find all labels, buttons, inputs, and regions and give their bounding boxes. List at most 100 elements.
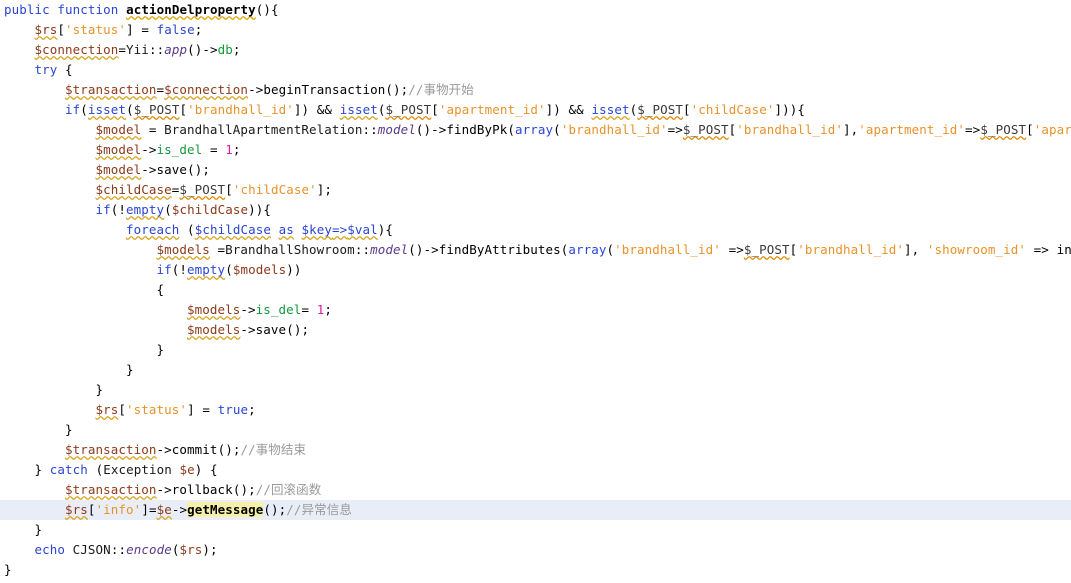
punctuation: ; [248, 402, 256, 417]
punctuation: :: [362, 122, 377, 137]
code-line[interactable]: } [0, 360, 1071, 380]
keyword-function: function [57, 2, 118, 17]
code-line[interactable]: $models->save(); [0, 320, 1071, 340]
punctuation: ])){ [775, 102, 806, 117]
code-line[interactable]: $childCase=$_POST['childCase']; [0, 180, 1071, 200]
code-line[interactable]: $model->save(); [0, 160, 1071, 180]
code-line[interactable]: $rs['status'] = false; [0, 20, 1071, 40]
property-db: db [218, 42, 233, 57]
code-line[interactable]: } [0, 340, 1071, 360]
method-rollback: rollback [172, 482, 233, 497]
code-line[interactable]: foreach ($childCase as $key=>$val){ [0, 220, 1071, 240]
string-apartment-id: 'apartment_id' [858, 122, 965, 137]
punctuation: ; [324, 302, 332, 317]
string-status: 'status' [126, 402, 187, 417]
code-line[interactable]: $transaction->rollback();//回滚函数 [0, 480, 1071, 500]
comment: //事物结束 [240, 442, 306, 457]
code-line[interactable]: if(isset($_POST['brandhall_id']) && isse… [0, 100, 1071, 120]
variable-models: $models [187, 322, 240, 337]
punctuation: ()-> [416, 122, 447, 137]
class-exception: Exception [103, 462, 172, 477]
punctuation: -> [157, 442, 172, 457]
punctuation: ; [195, 22, 203, 37]
keyword-foreach: foreach [126, 222, 179, 237]
punctuation: ]= [141, 502, 156, 517]
punctuation: [ [179, 102, 187, 117]
variable-transaction: $transaction [65, 82, 157, 97]
class-cjson: CJSON [73, 542, 111, 557]
function-isset: isset [591, 102, 629, 117]
code-line[interactable]: $transaction->commit();//事物结束 [0, 440, 1071, 460]
punctuation: ]) [294, 102, 309, 117]
property-is-del: is_del [157, 142, 203, 157]
punctuation: (! [111, 202, 126, 217]
punctuation: [ [431, 102, 439, 117]
punctuation: (); [187, 162, 210, 177]
punctuation: ]; [317, 182, 332, 197]
code-line[interactable]: } [0, 380, 1071, 400]
code-line-current[interactable]: $rs['info']=$e->getMessage();//异常信息 [0, 500, 1071, 520]
punctuation: } [126, 362, 134, 377]
code-line[interactable]: } [0, 560, 1071, 580]
superglobal-post: $_POST [980, 122, 1026, 137]
code-line[interactable]: $connection=Yii::app()->db; [0, 40, 1071, 60]
code-editor-canvas[interactable]: public function actionDelproperty(){ $rs… [0, 0, 1071, 583]
variable-val: $val [347, 222, 378, 237]
keyword-array: array [515, 122, 553, 137]
punctuation: ()-> [187, 42, 218, 57]
code-line[interactable]: $models->is_del= 1; [0, 300, 1071, 320]
punctuation: [ [225, 182, 233, 197]
keyword-false: false [157, 22, 195, 37]
code-line[interactable]: if(!empty($models)) [0, 260, 1071, 280]
keyword-catch: catch [50, 462, 88, 477]
punctuation: ){ [378, 222, 393, 237]
punctuation: ], [904, 242, 919, 257]
punctuation: { [157, 282, 165, 297]
code-line[interactable]: $transaction=$connection->beginTransacti… [0, 80, 1071, 100]
string-brandhall-id: 'brandhall_id' [797, 242, 904, 257]
search-match-highlight[interactable]: getMessage [187, 502, 263, 517]
string-childcase: 'childCase' [691, 102, 775, 117]
function-name: actionDelproperty [126, 2, 256, 17]
code-line[interactable]: $rs['status'] = true; [0, 400, 1071, 420]
string-info: 'info' [96, 502, 142, 517]
method-begintransaction: beginTransaction [263, 82, 385, 97]
class-brandhallshowroom: BrandhallShowroom [225, 242, 355, 257]
variable-models: $models [187, 302, 240, 317]
string-showroom-id: 'showroom_id' [927, 242, 1026, 257]
function-intval: intval [1057, 242, 1071, 257]
code-line[interactable]: $model = BrandhallApartmentRelation::mod… [0, 120, 1071, 140]
punctuation: )) [286, 262, 301, 277]
punctuation: ()-> [408, 242, 439, 257]
punctuation: [ [1026, 122, 1034, 137]
string-apartment-id: 'apartment_id' [1034, 122, 1071, 137]
punctuation: ] [126, 22, 134, 37]
code-line[interactable]: public function actionDelproperty(){ [0, 0, 1071, 20]
method-encode: encode [126, 542, 172, 557]
string-brandhall-id: 'brandhall_id' [736, 122, 843, 137]
keyword-echo: echo [35, 542, 66, 557]
code-line[interactable]: } catch (Exception $e) { [0, 460, 1071, 480]
string-status: 'status' [65, 22, 126, 37]
punctuation: -> [141, 142, 156, 157]
code-line[interactable]: } [0, 420, 1071, 440]
property-is-del: is_del [256, 302, 302, 317]
code-line[interactable]: { [0, 280, 1071, 300]
comment: //异常信息 [286, 502, 352, 517]
punctuation: :: [149, 42, 164, 57]
comment: //事物开始 [408, 82, 474, 97]
method-commit: commit [172, 442, 218, 457]
variable-rs: $rs [179, 542, 202, 557]
keyword-try: try [35, 62, 58, 77]
code-line[interactable]: } [0, 520, 1071, 540]
variable-rs: $rs [96, 402, 119, 417]
code-line[interactable]: try { [0, 60, 1071, 80]
code-line[interactable]: $models =BrandhallShowroom::model()->fin… [0, 240, 1071, 260]
code-line[interactable]: if(!empty($childCase)){ [0, 200, 1071, 220]
superglobal-post: $_POST [637, 102, 683, 117]
punctuation: ]) [546, 102, 561, 117]
punctuation: ( [187, 222, 195, 237]
code-line[interactable]: echo CJSON::encode($rs); [0, 540, 1071, 560]
punctuation: ; [233, 142, 241, 157]
code-line[interactable]: $model->is_del = 1; [0, 140, 1071, 160]
